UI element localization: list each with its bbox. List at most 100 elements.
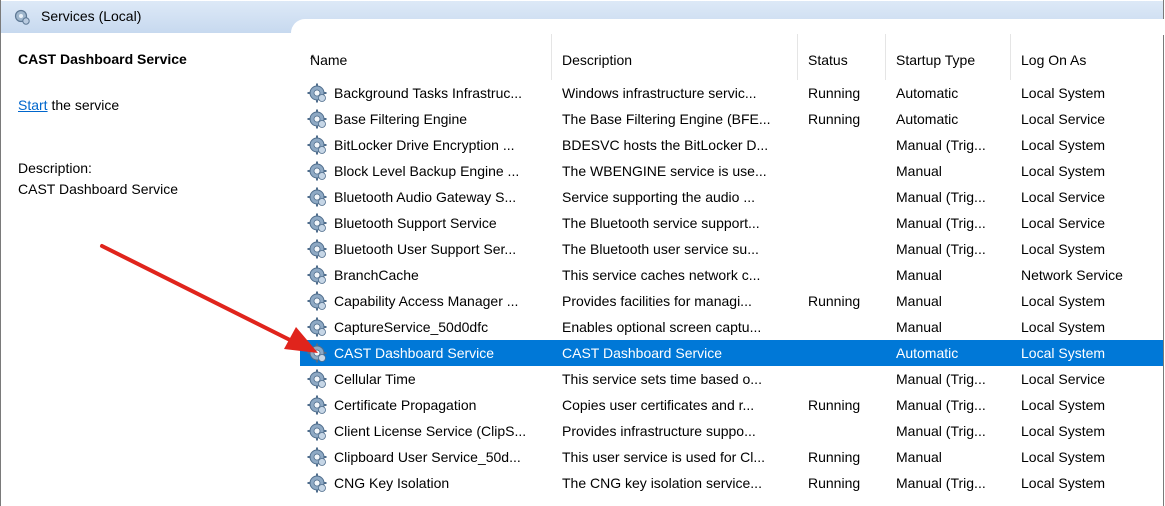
extended-pane: CAST Dashboard Service Start the service… xyxy=(1,34,291,506)
table-row[interactable]: Cellular Time This service sets time base… xyxy=(300,366,1163,392)
gear-icon xyxy=(306,212,328,234)
service-status-cell: Running xyxy=(808,397,861,413)
gear-icon xyxy=(306,420,328,442)
table-row[interactable]: Capability Access Manager ... Provides fa… xyxy=(300,288,1163,314)
table-row[interactable]: CAST Dashboard Service CAST Dashboard Ser… xyxy=(300,340,1163,366)
gear-icon xyxy=(306,446,328,468)
service-name-cell: CAST Dashboard Service xyxy=(334,345,495,361)
service-startup-type-cell: Manual (Trig... xyxy=(896,423,986,439)
service-name-cell: CaptureService_50d0dfc xyxy=(334,319,489,335)
service-log-on-as-cell: Local System xyxy=(1021,137,1106,153)
service-description-cell: BDESVC hosts the BitLocker D... xyxy=(562,137,769,153)
service-description-cell: The Bluetooth service support... xyxy=(562,215,760,231)
service-startup-type-cell: Manual (Trig... xyxy=(896,241,986,257)
service-log-on-as-cell: Local Service xyxy=(1021,215,1106,231)
service-startup-type-cell: Manual (Trig... xyxy=(896,137,986,153)
service-name-cell: Capability Access Manager ... xyxy=(334,293,519,309)
gear-icon xyxy=(306,290,328,312)
service-log-on-as-cell: Local System xyxy=(1021,397,1106,413)
table-row[interactable]: Client License Service (ClipS... Provides… xyxy=(300,418,1163,444)
table-row[interactable]: BranchCache This service caches network c… xyxy=(300,262,1163,288)
table-row[interactable]: Clipboard User Service_50d... This user s… xyxy=(300,444,1163,470)
title-tab: Services (Local) xyxy=(1,1,291,33)
service-log-on-as-cell: Local Service xyxy=(1021,111,1106,127)
service-description-cell: This service sets time based o... xyxy=(562,371,762,387)
gear-icon xyxy=(306,134,328,156)
service-description-cell: Windows infrastructure servic... xyxy=(562,85,757,101)
column-header-description[interactable]: Description xyxy=(552,34,798,80)
table-row[interactable]: Bluetooth User Support Ser... The Bluetoo… xyxy=(300,236,1163,262)
service-startup-type-cell: Manual (Trig... xyxy=(896,189,986,205)
service-log-on-as-cell: Local System xyxy=(1021,345,1106,361)
start-service-link[interactable]: Start xyxy=(18,97,48,113)
service-description-cell: The Base Filtering Engine (BFE... xyxy=(562,111,771,127)
service-startup-type-cell: Manual xyxy=(896,267,942,283)
service-status-cell: Running xyxy=(808,449,861,465)
service-description-cell: Service supporting the audio ... xyxy=(562,189,756,205)
column-header-startup-type[interactable]: Startup Type xyxy=(886,34,1011,80)
service-startup-type-cell: Automatic xyxy=(896,111,959,127)
service-name-cell: Certificate Propagation xyxy=(334,397,477,413)
service-log-on-as-cell: Local Service xyxy=(1021,189,1106,205)
service-startup-type-cell: Automatic xyxy=(896,345,959,361)
start-service-suffix: the service xyxy=(47,97,120,113)
table-row[interactable]: CNG Key Isolation The CNG key isolation s… xyxy=(300,470,1163,496)
column-header-log-on-as[interactable]: Log On As xyxy=(1011,34,1163,80)
gear-icon xyxy=(306,238,328,260)
service-name-cell: Background Tasks Infrastruc... xyxy=(334,85,523,101)
title-curve xyxy=(291,19,1164,35)
service-name-cell: Bluetooth Support Service xyxy=(334,215,497,231)
selected-service-title: CAST Dashboard Service xyxy=(18,51,187,67)
service-description-cell: Provides facilities for managi... xyxy=(562,293,752,309)
service-log-on-as-cell: Local System xyxy=(1021,319,1106,335)
service-status-cell: Running xyxy=(808,85,861,101)
service-name-cell: Base Filtering Engine xyxy=(334,111,468,127)
table-row[interactable]: CaptureService_50d0dfc Enables optional s… xyxy=(300,314,1163,340)
service-log-on-as-cell: Network Service xyxy=(1021,267,1123,283)
service-log-on-as-cell: Local System xyxy=(1021,475,1106,491)
service-log-on-as-cell: Local Service xyxy=(1021,371,1106,387)
service-startup-type-cell: Manual xyxy=(896,293,942,309)
service-startup-type-cell: Manual xyxy=(896,163,942,179)
gear-icon xyxy=(306,82,328,104)
service-status-cell: Running xyxy=(808,111,861,127)
gear-icon xyxy=(306,316,328,338)
gear-icon xyxy=(306,264,328,286)
service-name-cell: CNG Key Isolation xyxy=(334,475,450,491)
table-row[interactable]: BitLocker Drive Encryption ... BDESVC hos… xyxy=(300,132,1163,158)
service-name-cell: Bluetooth Audio Gateway S... xyxy=(334,189,517,205)
service-log-on-as-cell: Local System xyxy=(1021,293,1106,309)
service-description-cell: The Bluetooth user service su... xyxy=(562,241,759,257)
services-list: ^ Name Description Status Startup Type L… xyxy=(300,34,1163,506)
services-icon xyxy=(14,9,30,25)
service-startup-type-cell: Manual (Trig... xyxy=(896,475,986,491)
description-text: CAST Dashboard Service xyxy=(18,181,179,197)
window-title: Services (Local) xyxy=(41,8,142,24)
table-row[interactable]: Certificate Propagation Copies user certi… xyxy=(300,392,1163,418)
service-name-cell: BitLocker Drive Encryption ... xyxy=(334,137,515,153)
gear-icon xyxy=(306,342,328,364)
gear-icon xyxy=(306,186,328,208)
service-description-cell: This service caches network c... xyxy=(562,267,761,283)
gear-icon xyxy=(306,160,328,182)
gear-icon xyxy=(306,394,328,416)
table-row[interactable]: Block Level Backup Engine ... The WBENGIN… xyxy=(300,158,1163,184)
service-startup-type-cell: Manual (Trig... xyxy=(896,215,986,231)
gear-icon xyxy=(306,472,328,494)
service-name-cell: BranchCache xyxy=(334,267,419,283)
gear-icon xyxy=(306,368,328,390)
title-bar: Services (Local) xyxy=(1,1,1164,35)
table-row[interactable]: Background Tasks Infrastruc... Windows in… xyxy=(300,80,1163,106)
service-log-on-as-cell: Local System xyxy=(1021,85,1106,101)
service-description-cell: Provides infrastructure suppo... xyxy=(562,423,756,439)
column-header-status[interactable]: Status xyxy=(798,34,886,80)
service-name-cell: Client License Service (ClipS... xyxy=(334,423,527,439)
service-name-cell: Cellular Time xyxy=(334,371,416,387)
column-header-name[interactable]: ^ Name xyxy=(300,34,552,80)
table-row[interactable]: Bluetooth Audio Gateway S... Service supp… xyxy=(300,184,1163,210)
table-row[interactable]: Bluetooth Support Service The Bluetooth s… xyxy=(300,210,1163,236)
service-status-cell: Running xyxy=(808,293,861,309)
table-row[interactable]: Base Filtering Engine The Base Filtering … xyxy=(300,106,1163,132)
service-name-cell: Block Level Backup Engine ... xyxy=(334,163,520,179)
service-startup-type-cell: Manual xyxy=(896,449,942,465)
